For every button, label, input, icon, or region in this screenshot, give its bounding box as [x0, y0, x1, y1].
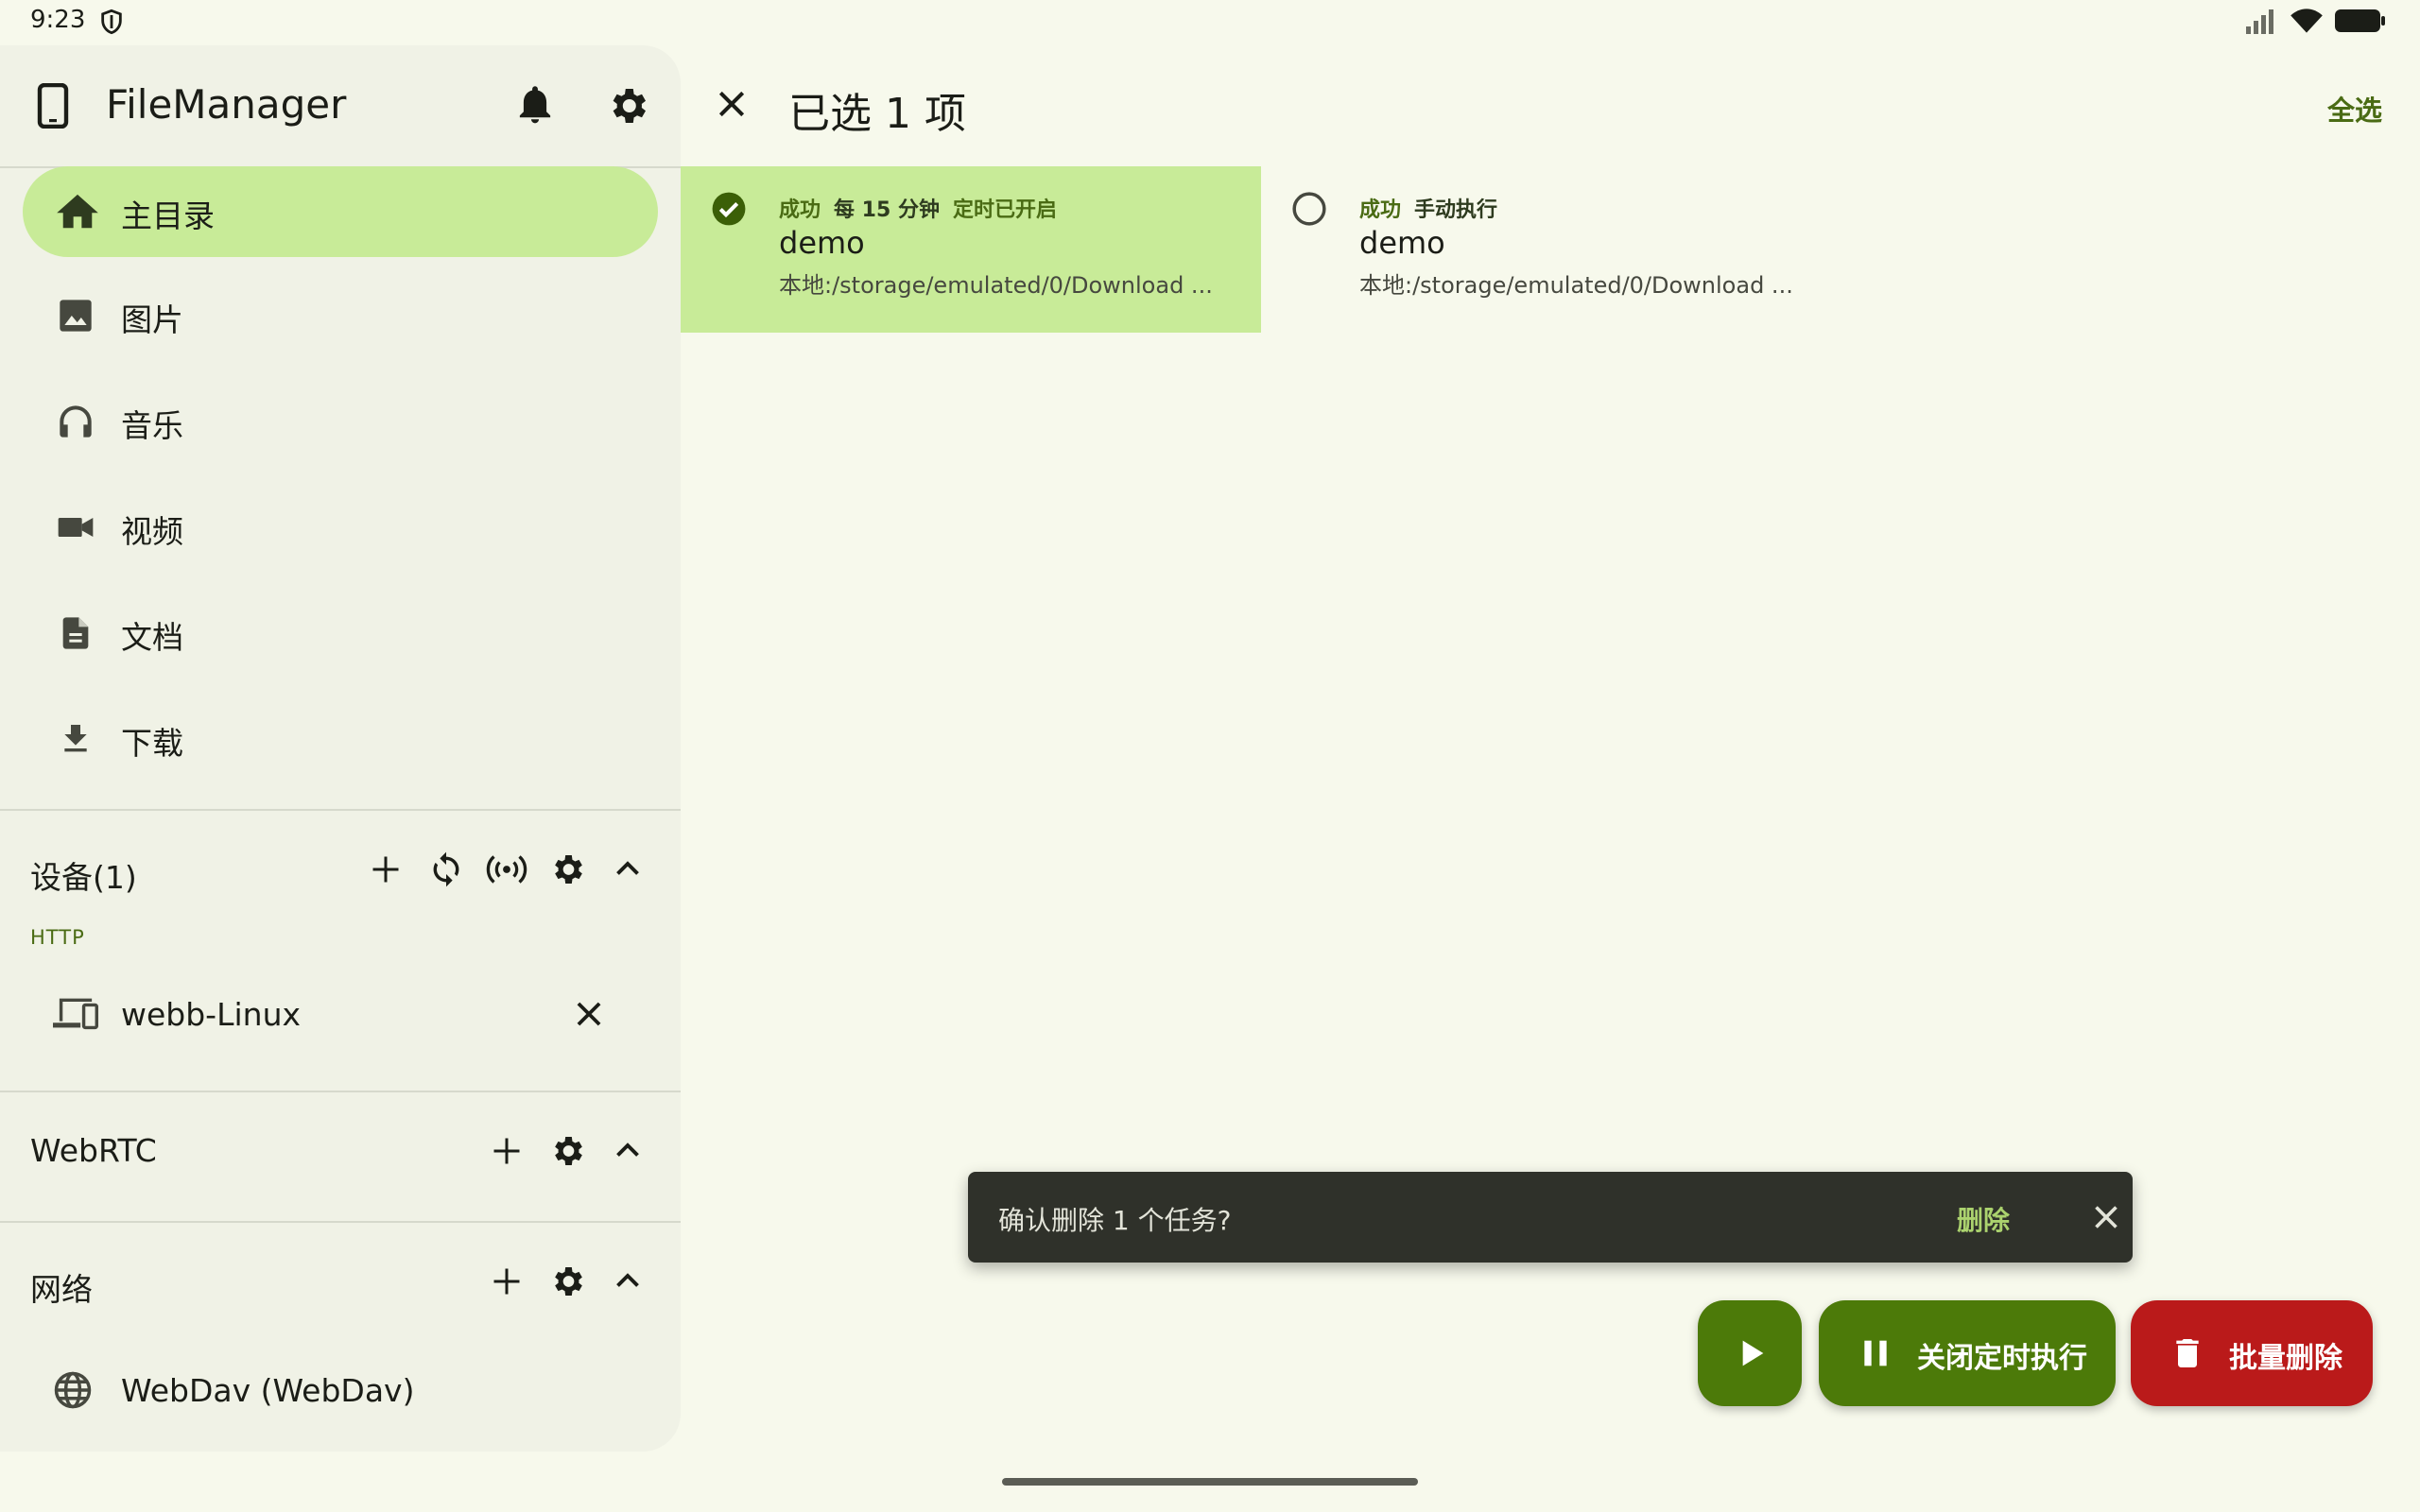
close-icon[interactable]	[713, 85, 751, 123]
nav-item-documents[interactable]: 文档	[23, 588, 658, 679]
sync-icon[interactable]	[416, 839, 476, 900]
task-meta: 成功 每 15 分钟 定时已开启	[779, 193, 1057, 223]
add-icon[interactable]	[476, 1251, 537, 1312]
chevron-up-icon[interactable]	[597, 1121, 658, 1181]
device-label: webb-Linux	[121, 996, 302, 1033]
devices-section-title: 设备(1)	[30, 859, 137, 896]
snackbar-delete-button[interactable]: 删除	[1957, 1200, 2010, 1238]
settings-icon[interactable]	[605, 83, 650, 129]
task-card[interactable]: 成功 手动执行 demo 本地:/storage/emulated/0/Down…	[1261, 166, 1841, 333]
network-section-title: 网络	[30, 1271, 93, 1308]
home-icon	[57, 193, 98, 231]
divider	[0, 1221, 681, 1223]
radio-unchecked-icon[interactable]	[1291, 191, 1327, 227]
run-button[interactable]	[1698, 1300, 1802, 1406]
device-group-label: HTTP	[30, 926, 85, 949]
disable-schedule-button[interactable]: 关闭定时执行	[1819, 1300, 2116, 1406]
snackbar-message: 确认删除 1 个任务?	[998, 1205, 1232, 1236]
settings-icon[interactable]	[537, 1251, 597, 1312]
task-auto: 定时已开启	[952, 198, 1057, 222]
confirm-delete-snackbar: 确认删除 1 个任务? 删除	[968, 1172, 2133, 1263]
task-path: 本地:/storage/emulated/0/Download ...	[1359, 272, 1793, 299]
select-all-button[interactable]: 全选	[2327, 89, 2382, 129]
batch-delete-button[interactable]: 批量删除	[2131, 1300, 2373, 1406]
task-schedule: 手动执行	[1414, 198, 1498, 222]
nav-item-images[interactable]: 图片	[23, 270, 658, 361]
download-icon	[57, 720, 95, 758]
task-status: 成功	[779, 198, 821, 222]
network-item[interactable]: WebDav (WebDav)	[0, 1353, 681, 1429]
nav-label: 主目录	[121, 198, 215, 234]
chevron-up-icon[interactable]	[597, 839, 658, 900]
drawer-header: FileManager	[0, 45, 681, 168]
selection-top-bar: 已选 1 项 全选	[681, 45, 2420, 166]
nav-label: 音乐	[121, 407, 183, 444]
nav-label: 图片	[121, 301, 183, 338]
webrtc-section-title: WebRTC	[30, 1132, 157, 1169]
battery-icon	[2335, 8, 2386, 34]
app-title: FileManager	[106, 81, 347, 128]
globe-icon	[53, 1370, 93, 1410]
fab-label: 批量删除	[2229, 1342, 2342, 1375]
home-indicator[interactable]	[1002, 1478, 1418, 1486]
check-circle-icon[interactable]	[711, 191, 747, 227]
divider	[0, 1091, 681, 1092]
phone-icon	[34, 83, 72, 129]
image-icon	[57, 297, 95, 335]
nav-label: 下载	[121, 725, 183, 762]
nav-label: 视频	[121, 513, 183, 550]
videocam-icon	[57, 508, 95, 546]
status-time: 9:23	[30, 6, 86, 34]
settings-icon[interactable]	[537, 1121, 597, 1181]
play-icon	[1732, 1334, 1770, 1372]
pause-icon	[1857, 1334, 1894, 1372]
selection-title: 已选 1 项	[788, 90, 966, 138]
shield-icon	[98, 8, 125, 36]
settings-icon[interactable]	[537, 839, 597, 900]
devices-icon	[53, 994, 98, 1032]
bell-icon[interactable]	[514, 83, 556, 129]
signal-icon	[2244, 8, 2278, 34]
wifi-icon	[2290, 8, 2324, 34]
divider	[0, 809, 681, 811]
nav-item-music[interactable]: 音乐	[23, 376, 658, 467]
chevron-up-icon[interactable]	[597, 1251, 658, 1312]
webrtc-actions	[476, 1121, 658, 1181]
fab-label: 关闭定时执行	[1917, 1342, 2087, 1375]
task-name: demo	[779, 225, 865, 261]
document-icon	[57, 614, 95, 652]
network-actions	[476, 1251, 658, 1312]
broadcast-icon[interactable]	[476, 839, 537, 900]
headphones-icon	[57, 403, 95, 440]
nav-item-home[interactable]: 主目录	[23, 166, 658, 257]
nav-item-video[interactable]: 视频	[23, 482, 658, 573]
navigation-drawer: FileManager 主目录 图片 音乐 视频 文档 下载 设备(1) HTT…	[0, 45, 681, 1452]
task-meta: 成功 手动执行	[1359, 193, 1497, 223]
add-icon[interactable]	[355, 839, 416, 900]
task-path: 本地:/storage/emulated/0/Download ...	[779, 272, 1213, 299]
close-icon[interactable]	[2089, 1200, 2123, 1234]
task-card[interactable]: 成功 每 15 分钟 定时已开启 demo 本地:/storage/emulat…	[681, 166, 1261, 333]
network-label: WebDav (WebDav)	[121, 1372, 415, 1409]
devices-actions	[355, 839, 658, 900]
remove-device-icon[interactable]	[571, 996, 607, 1032]
task-schedule: 每 15 分钟	[834, 198, 940, 222]
nav-label: 文档	[121, 619, 183, 656]
device-item[interactable]: webb-Linux	[0, 977, 681, 1053]
add-icon[interactable]	[476, 1121, 537, 1181]
status-bar: 9:23	[0, 0, 2420, 43]
nav-item-downloads[interactable]: 下载	[23, 694, 658, 784]
task-status: 成功	[1359, 198, 1402, 222]
task-name: demo	[1359, 225, 1445, 261]
trash-icon	[2169, 1334, 2206, 1372]
